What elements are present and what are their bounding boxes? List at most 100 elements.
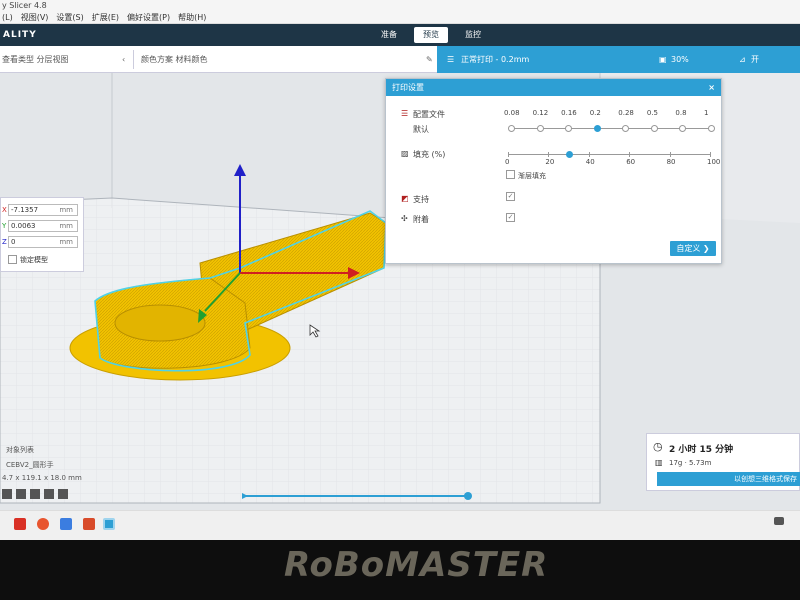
copy-icon[interactable] <box>30 489 40 499</box>
support-icon: ◩ <box>401 194 409 203</box>
bezel-logo: RoBoMASTER <box>284 545 549 585</box>
material-usage: 17g · 5.73m <box>669 459 712 467</box>
profile-label: 配置文件 <box>413 110 445 119</box>
infill-tick-label: 0 <box>505 158 510 166</box>
adhesion-label: 附着 <box>413 215 429 224</box>
layer-slider-start-icon[interactable] <box>242 493 248 499</box>
taskbar-app-icon[interactable] <box>14 518 26 530</box>
z-axis-label: Z <box>2 238 7 246</box>
gradual-infill-label: 渐层填充 <box>518 172 546 180</box>
gradual-infill-checkbox[interactable] <box>506 170 515 179</box>
save-icon[interactable] <box>16 489 26 499</box>
support-checkbox[interactable]: ✓ <box>506 192 515 201</box>
menu-item-settings[interactable]: 设置(S) <box>56 11 83 23</box>
infill-tick-label: 80 <box>666 158 676 166</box>
layer-height-tick-label: 0.12 <box>532 109 549 117</box>
taskbar-browser-icon[interactable] <box>37 518 49 530</box>
view-type-select[interactable]: 查看类型 分层视图 <box>2 46 69 73</box>
menu-item-help[interactable]: 帮助(H) <box>178 11 206 23</box>
layer-slider-handle[interactable] <box>464 492 472 500</box>
save-to-file-button[interactable]: 以创想三维格式保存 <box>657 472 800 486</box>
adhesion-checkbox[interactable]: ✓ <box>506 213 515 222</box>
lock-model-checkbox[interactable] <box>8 255 17 264</box>
print-time: 2 小时 15 分钟 <box>669 445 734 455</box>
menu-item-file[interactable]: (L) <box>2 11 13 23</box>
delete-icon[interactable] <box>44 489 54 499</box>
infill-tick-mark <box>710 152 711 157</box>
object-name[interactable]: CEBV2_圆形手 <box>6 460 54 470</box>
menu-item-view[interactable]: 视图(V) <box>21 11 49 23</box>
taskbar-slicer-icon[interactable] <box>103 518 115 530</box>
print-settings-header: 打印设置 × <box>386 79 721 96</box>
print-estimate-panel: ◷ 2 小时 15 分钟 ▥ 17g · 5.73m 以创想三维格式保存 <box>646 433 800 491</box>
infill-tick-mark <box>588 152 590 157</box>
taskbar-settings-icon[interactable] <box>60 518 72 530</box>
y-position-input[interactable]: 0.0063 mm <box>8 220 78 232</box>
layer-slider[interactable] <box>242 492 472 500</box>
edit-icon[interactable]: ✎ <box>426 46 433 73</box>
stage-tabs: 准备 预览 监控 <box>372 27 490 43</box>
toolbar-divider <box>133 50 134 69</box>
layer-height-selected-stop[interactable] <box>593 125 601 132</box>
window-title: y Slicer 4.8 <box>0 0 800 11</box>
print-settings-title: 打印设置 <box>392 83 424 92</box>
custom-settings-button[interactable]: 自定义 ❯ <box>670 241 716 256</box>
profile-value[interactable]: 默认 <box>413 124 429 135</box>
layer-height-tick-label: 0.28 <box>618 109 634 117</box>
infill-slider-handle[interactable] <box>565 151 573 158</box>
print-profile-label: 正常打印 - 0.2mm <box>461 55 530 64</box>
infill-slider[interactable] <box>508 154 710 155</box>
infill-tick-mark <box>508 152 509 157</box>
layer-height-tick-label: 1 <box>704 109 709 117</box>
y-axis-label: Y <box>2 222 7 230</box>
layer-height-stop[interactable] <box>508 125 515 132</box>
color-scheme-select[interactable]: 颜色方案 材料颜色 <box>141 46 208 73</box>
object-dimensions: 4.7 x 119.1 x 18.0 mm <box>2 474 82 482</box>
profile-icon: ☰ <box>447 55 455 64</box>
layer-height-stop[interactable] <box>622 125 630 132</box>
infill-label: 填充 (%) <box>413 150 446 159</box>
brand-logo: ALITY <box>3 30 37 40</box>
close-icon[interactable]: × <box>708 79 715 96</box>
infill-tick-mark <box>669 152 671 157</box>
tab-monitor[interactable]: 监控 <box>456 27 490 43</box>
tray-icon[interactable] <box>774 517 784 525</box>
layer-height-tick-label: 0.5 <box>646 109 658 117</box>
model-ring <box>114 304 206 342</box>
z-position-input[interactable]: 0 mm <box>8 236 78 248</box>
x-axis-label: X <box>2 206 7 214</box>
menu-item-preferences[interactable]: 偏好设置(P) <box>127 11 170 23</box>
chevron-left-icon[interactable]: ‹ <box>122 46 125 73</box>
print-settings-bar[interactable]: ☰ 正常打印 - 0.2mm ▣ 30% ⊿ 开 <box>437 46 800 73</box>
layer-height-stop[interactable] <box>679 125 687 132</box>
support-state: 开 <box>751 55 759 64</box>
infill-percent: 30% <box>671 55 689 64</box>
clock-icon: ◷ <box>653 440 663 453</box>
taskbar-tool-icon[interactable] <box>83 518 95 530</box>
infill-tick-label: 100 <box>707 158 721 166</box>
lock-model-label: 锁定模型 <box>20 256 48 264</box>
x-position-input[interactable]: -7.1357 mm <box>8 204 78 216</box>
layer-height-stop[interactable] <box>650 125 658 132</box>
tab-prepare[interactable]: 准备 <box>372 27 406 43</box>
gizmo-z-arrow-icon[interactable] <box>234 164 246 176</box>
layer-height-tick-label: 0.08 <box>504 109 520 117</box>
infill-tick-mark <box>548 152 550 157</box>
print-settings-panel: 打印设置 × ☰ 配置文件 默认 0.08 0.12 0.16 0.2 0.28 0.5 0… <box>385 78 722 264</box>
open-file-icon[interactable] <box>2 489 12 499</box>
support-label: 支持 <box>413 195 429 204</box>
object-list-title: 对象列表 <box>6 446 34 454</box>
layer-height-stop[interactable] <box>708 125 715 132</box>
object-list: 对象列表 CEBV2_圆形手 4.7 x 119.1 x 18.0 mm <box>0 443 120 508</box>
layer-height-stop[interactable] <box>565 125 573 132</box>
app-header: ALITY 准备 预览 监控 <box>0 24 800 46</box>
layer-height-stop[interactable] <box>536 125 544 132</box>
tab-preview[interactable]: 预览 <box>414 27 448 43</box>
layer-height-tick-label: 0.2 <box>589 109 601 117</box>
infill-icon: ▨ <box>401 149 409 158</box>
infill-tick-label: 20 <box>545 158 555 166</box>
group-icon[interactable] <box>58 489 68 499</box>
layer-height-tick-label: 0.16 <box>561 109 577 117</box>
menu-item-extensions[interactable]: 扩展(E) <box>92 11 119 23</box>
infill-tick-label: 60 <box>626 158 636 166</box>
